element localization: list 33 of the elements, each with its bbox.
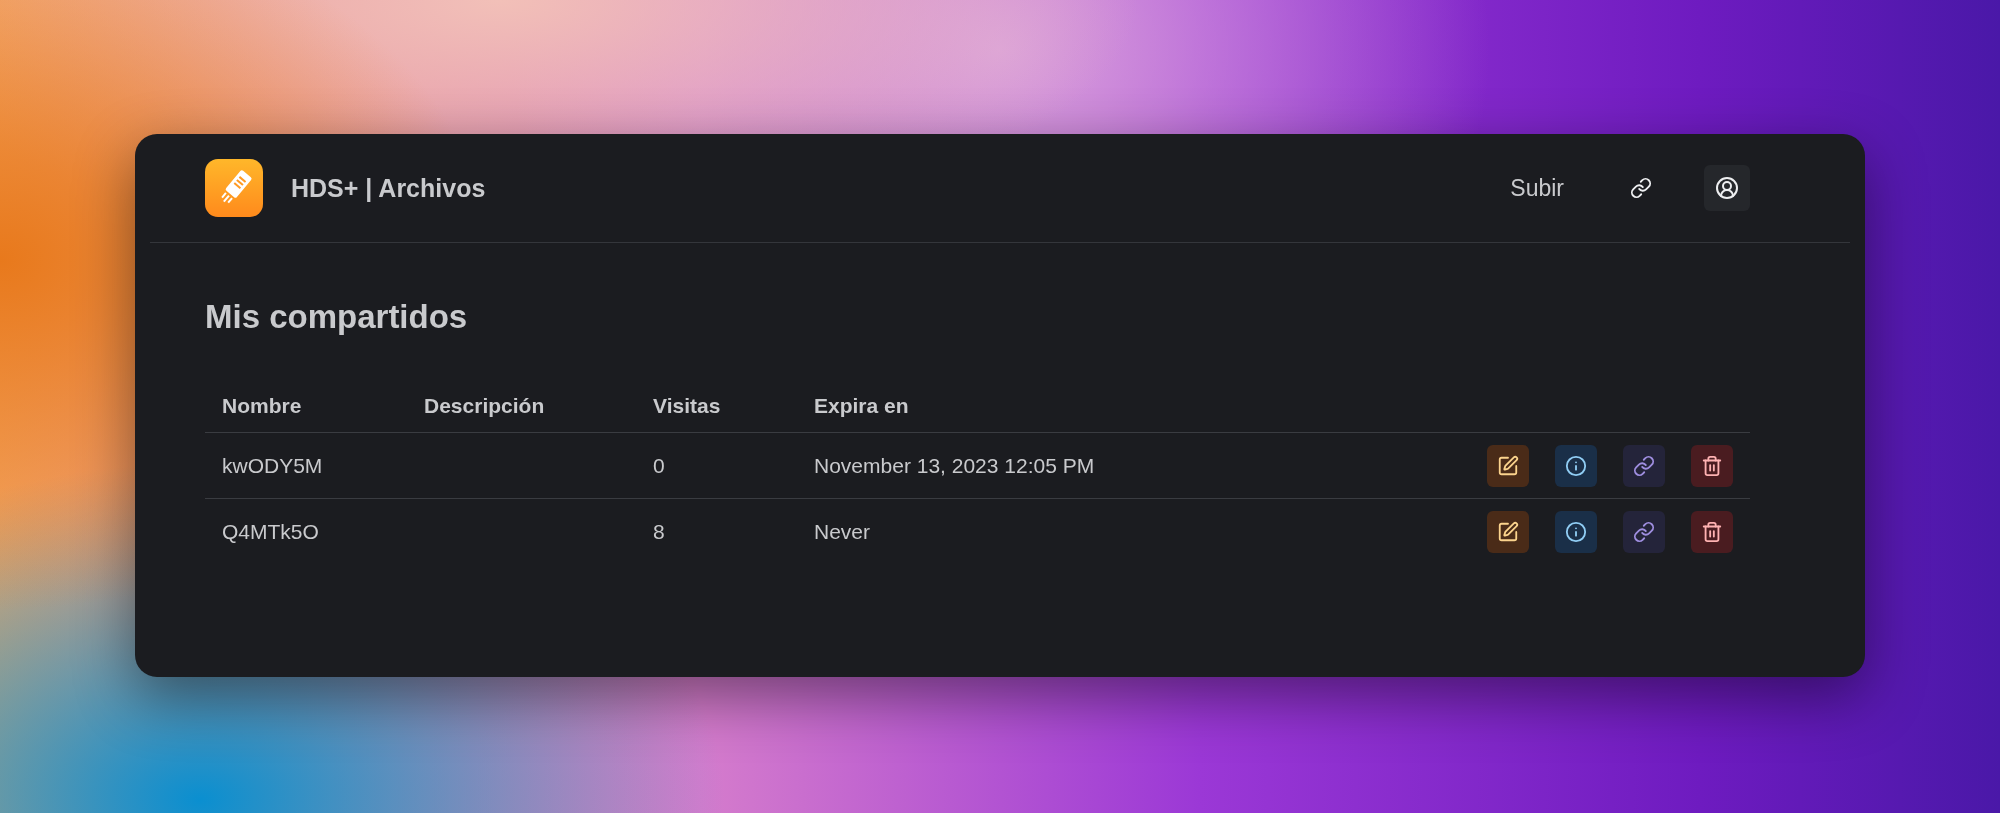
column-header: Visitas — [636, 394, 797, 433]
trash-icon — [1701, 520, 1723, 543]
column-header: Descripción — [407, 394, 636, 433]
table-cell: 0 — [636, 432, 797, 499]
table-cell: November 13, 2023 12:05 PM — [797, 432, 1301, 499]
edit-icon — [1497, 520, 1519, 543]
delete-button[interactable] — [1691, 510, 1733, 553]
link-icon — [1633, 454, 1655, 477]
edit-button[interactable] — [1487, 444, 1529, 487]
table-cell: Never — [797, 498, 1301, 564]
delete-button[interactable] — [1691, 444, 1733, 487]
table-cell: kwODY5M — [205, 432, 407, 499]
link-button[interactable] — [1623, 444, 1665, 487]
app-title: HDS+ | Archivos — [291, 173, 486, 203]
link-icon — [1633, 520, 1655, 543]
info-button[interactable] — [1555, 510, 1597, 553]
trash-icon — [1701, 454, 1723, 477]
info-icon — [1565, 520, 1587, 543]
edit-icon — [1497, 454, 1519, 477]
user-icon — [1715, 176, 1739, 200]
table-cell: Q4MTk5O — [205, 498, 407, 564]
link-button[interactable] — [1623, 510, 1665, 553]
edit-button[interactable] — [1487, 510, 1529, 553]
info-icon — [1565, 454, 1587, 477]
account-button[interactable] — [1704, 165, 1750, 211]
link-icon — [1630, 177, 1652, 199]
page-title: Mis compartidos — [205, 298, 469, 336]
app-logo-icon — [205, 159, 263, 217]
upload-link[interactable]: Subir — [1510, 174, 1564, 202]
column-header: Nombre — [205, 394, 407, 433]
table-cell: 8 — [636, 498, 797, 564]
info-button[interactable] — [1555, 444, 1597, 487]
column-header: Expira en — [797, 394, 1301, 433]
